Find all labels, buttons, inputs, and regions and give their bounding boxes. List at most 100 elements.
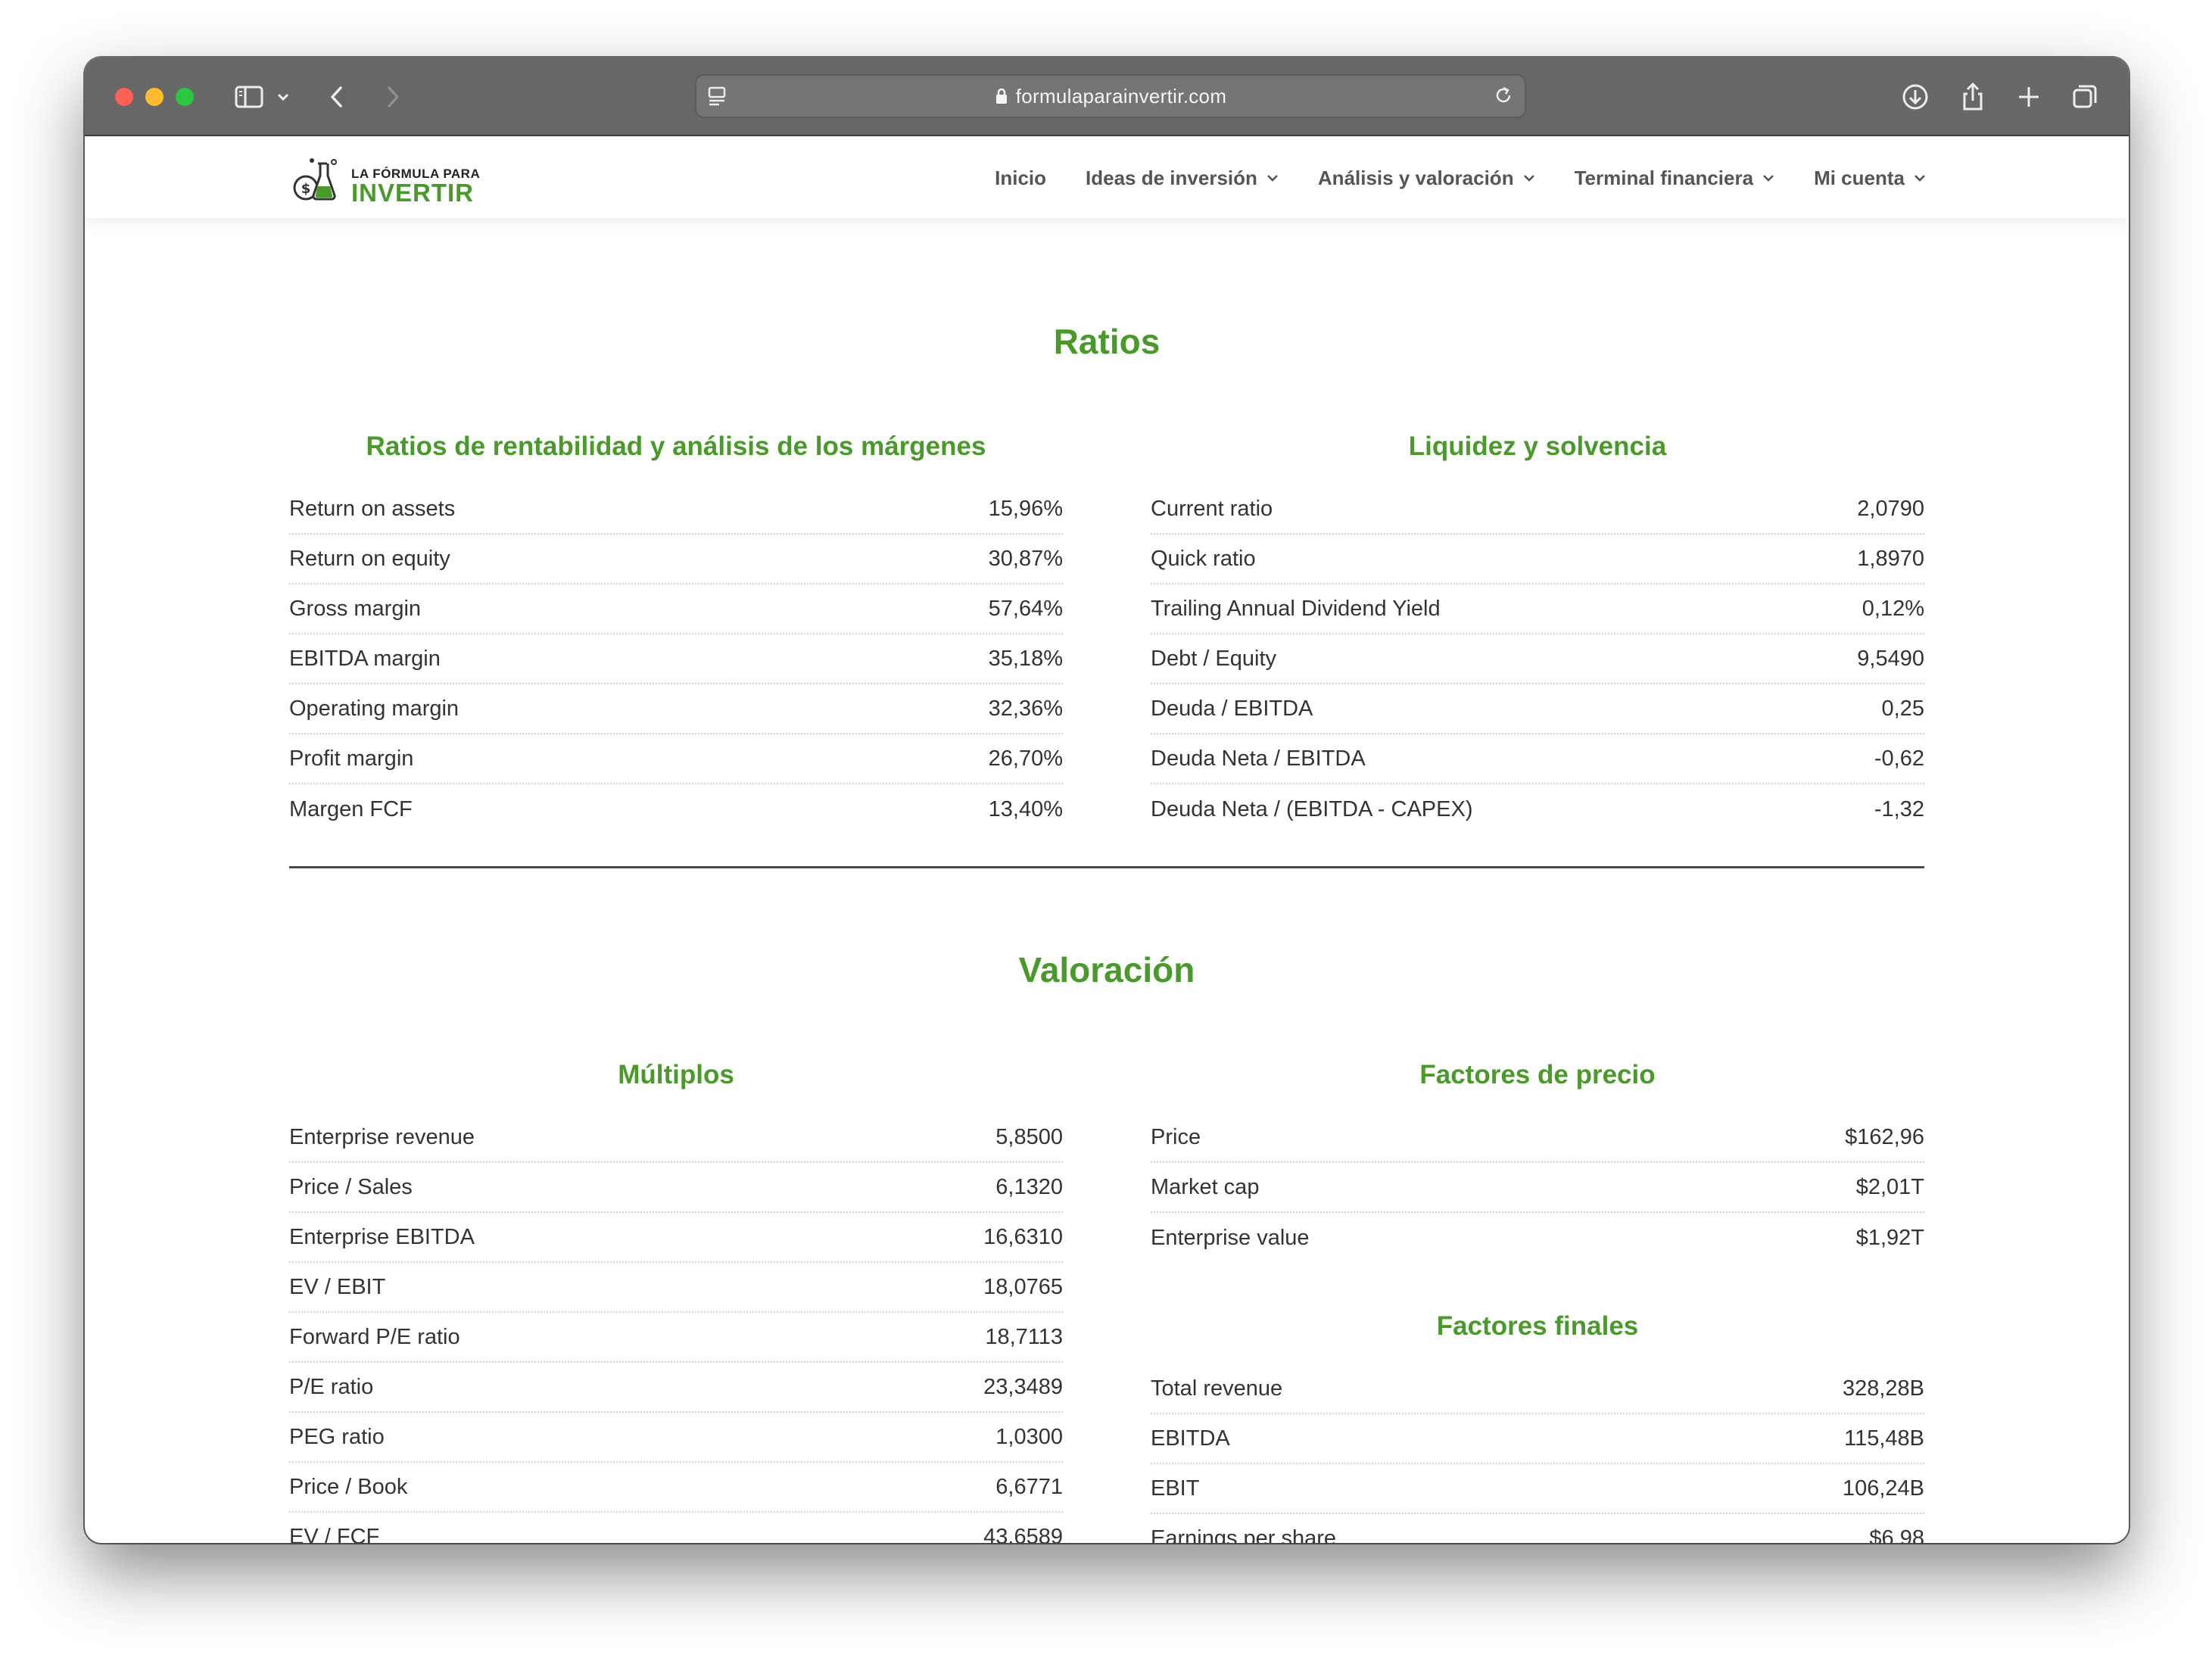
row-value: 9,5490 [1857, 646, 1924, 671]
row-value: $1,92T [1855, 1225, 1924, 1250]
url-label: formulaparainvertir.com [1015, 85, 1227, 108]
minimize-window-button[interactable] [145, 88, 164, 106]
factores-finales-table: Total revenue 328,28B EBITDA 115,48B EBIT 106… [1151, 1364, 1924, 1543]
ratios-heading: Ratios [1053, 322, 1161, 361]
svg-text:$: $ [301, 181, 311, 197]
row-label: Enterprise value [1151, 1225, 1310, 1250]
share-icon[interactable] [1956, 80, 1989, 114]
table-row: Return on equity 30,87% [289, 535, 1063, 584]
nav-item-ideas[interactable]: Ideas de inversión [1086, 167, 1279, 190]
table-row: Trailing Annual Dividend Yield 0,12% [1151, 584, 1924, 634]
row-value: 6,1320 [995, 1174, 1063, 1199]
back-arrow-icon[interactable] [326, 80, 348, 114]
row-value: -0,62 [1874, 746, 1924, 771]
table-row: Gross margin 57,64% [289, 584, 1063, 634]
factores-precio-column: Factores de precio Price $162,96 Market ca… [1151, 1060, 1924, 1263]
row-label: Earnings per share [1151, 1526, 1337, 1544]
table-row: Price / Book 6,6771 [289, 1463, 1063, 1513]
row-value: 30,87% [988, 546, 1063, 571]
table-row: EV / EBIT 18,0765 [289, 1263, 1063, 1313]
row-value: $6,98 [1869, 1526, 1924, 1544]
logo-wordmark: INVERTIR [351, 179, 475, 207]
liquidez-table: Current ratio 2,0790 Quick ratio 1,8970 Trai… [1151, 485, 1924, 834]
rentabilidad-heading: Ratios de rentabilidad y análisis de los… [366, 432, 986, 461]
nav-item-mi-cuenta[interactable]: Mi cuenta [1814, 167, 1926, 190]
nav-item-inicio[interactable]: Inicio [995, 167, 1046, 190]
row-label: Return on equity [289, 546, 450, 571]
downloads-icon[interactable] [1899, 80, 1932, 114]
factores-finales-heading: Factores finales [1436, 1311, 1639, 1341]
row-value: $162,96 [1845, 1124, 1924, 1149]
new-tab-icon[interactable] [2012, 80, 2045, 114]
nav-label: Terminal financiera [1574, 166, 1754, 189]
table-row: Deuda / EBITDA 0,25 [1151, 684, 1924, 734]
table-row: Market cap $2,01T [1151, 1163, 1924, 1213]
nav-item-analisis[interactable]: Análisis y valoración [1318, 167, 1535, 190]
factores-precio-table: Price $162,96 Market cap $2,01T Enterprise v… [1151, 1113, 1924, 1263]
row-label: Profit margin [289, 746, 414, 771]
rentabilidad-column: Ratios de rentabilidad y análisis de los… [289, 432, 1063, 834]
row-value: 16,6310 [983, 1224, 1063, 1249]
forward-arrow-icon[interactable] [382, 80, 404, 114]
table-row: Quick ratio 1,8970 [1151, 535, 1924, 584]
chevron-down-icon [1763, 175, 1774, 182]
chevron-down-icon [1523, 175, 1534, 182]
row-label: Deuda Neta / EBITDA [1151, 746, 1366, 771]
row-label: Enterprise revenue [289, 1124, 475, 1149]
chevron-down-icon [1266, 175, 1278, 182]
row-label: Debt / Equity [1151, 646, 1277, 671]
table-row: Enterprise value $1,92T [1151, 1213, 1924, 1263]
row-label: Price / Sales [289, 1174, 413, 1199]
row-label: Price [1151, 1124, 1201, 1149]
url-text[interactable]: formulaparainvertir.com [696, 76, 1525, 117]
site-header: $ LA FÓRMULA PARA INVERTIR Inicio Ideas … [85, 138, 2129, 218]
row-value: 15,96% [988, 496, 1063, 521]
row-label: Total revenue [1151, 1376, 1283, 1401]
address-bar[interactable]: formulaparainvertir.com [695, 74, 1526, 118]
row-label: Return on assets [289, 496, 456, 521]
browser-window: formulaparainvertir.com $ LA FÓRMULA PAR… [85, 58, 2129, 1543]
chevron-down-icon[interactable] [276, 80, 291, 114]
row-value: $2,01T [1855, 1174, 1924, 1199]
row-label: P/E ratio [289, 1374, 374, 1399]
nav-label: Ideas de inversión [1086, 166, 1257, 189]
reload-icon[interactable] [1493, 79, 1516, 112]
row-label: Deuda / EBITDA [1151, 696, 1313, 721]
row-label: Market cap [1151, 1174, 1260, 1199]
row-value: 106,24B [1842, 1476, 1924, 1501]
row-label: Deuda Neta / (EBITDA - CAPEX) [1151, 796, 1473, 821]
nav-label: Análisis y valoración [1317, 166, 1514, 189]
table-row: Enterprise EBITDA 16,6310 [289, 1213, 1063, 1263]
row-value: 13,40% [988, 796, 1063, 821]
row-value: 2,0790 [1857, 496, 1924, 521]
table-row: Deuda Neta / (EBITDA - CAPEX) -1,32 [1151, 784, 1924, 834]
row-label: Operating margin [289, 696, 460, 721]
sidebar-toggle-icon[interactable] [233, 80, 265, 114]
row-value: 115,48B [1844, 1426, 1924, 1451]
table-row: Price / Sales 6,1320 [289, 1163, 1063, 1213]
row-value: 18,7113 [985, 1324, 1063, 1349]
table-row: PEG ratio 1,0300 [289, 1413, 1063, 1463]
row-label: Trailing Annual Dividend Yield [1151, 596, 1441, 621]
row-value: 32,36% [988, 696, 1063, 721]
table-row: EV / FCF 43,6589 [289, 1513, 1063, 1544]
row-label: Margen FCF [289, 796, 413, 821]
table-row: Enterprise revenue 5,8500 [289, 1113, 1063, 1163]
row-value: 1,8970 [1857, 546, 1924, 571]
site-logo[interactable]: $ LA FÓRMULA PARA INVERTIR [289, 156, 501, 207]
valoracion-heading: Valoración [1018, 950, 1195, 990]
main-nav: Inicio Ideas de inversión Análisis y val… [995, 138, 1926, 218]
close-window-button[interactable] [115, 88, 133, 106]
zoom-window-button[interactable] [176, 88, 194, 106]
lock-icon [995, 78, 1008, 119]
row-value: -1,32 [1874, 796, 1924, 821]
table-row: Margen FCF 13,40% [289, 784, 1063, 834]
tab-overview-icon[interactable] [2068, 80, 2101, 114]
row-value: 57,64% [988, 596, 1063, 621]
row-value: 35,18% [988, 646, 1063, 671]
table-row: EBITDA 115,48B [1151, 1414, 1924, 1464]
factores-precio-heading: Factores de precio [1419, 1060, 1656, 1089]
row-label: PEG ratio [289, 1424, 385, 1449]
nav-item-terminal[interactable]: Terminal financiera [1575, 167, 1775, 190]
table-row: Profit margin 26,70% [289, 734, 1063, 784]
